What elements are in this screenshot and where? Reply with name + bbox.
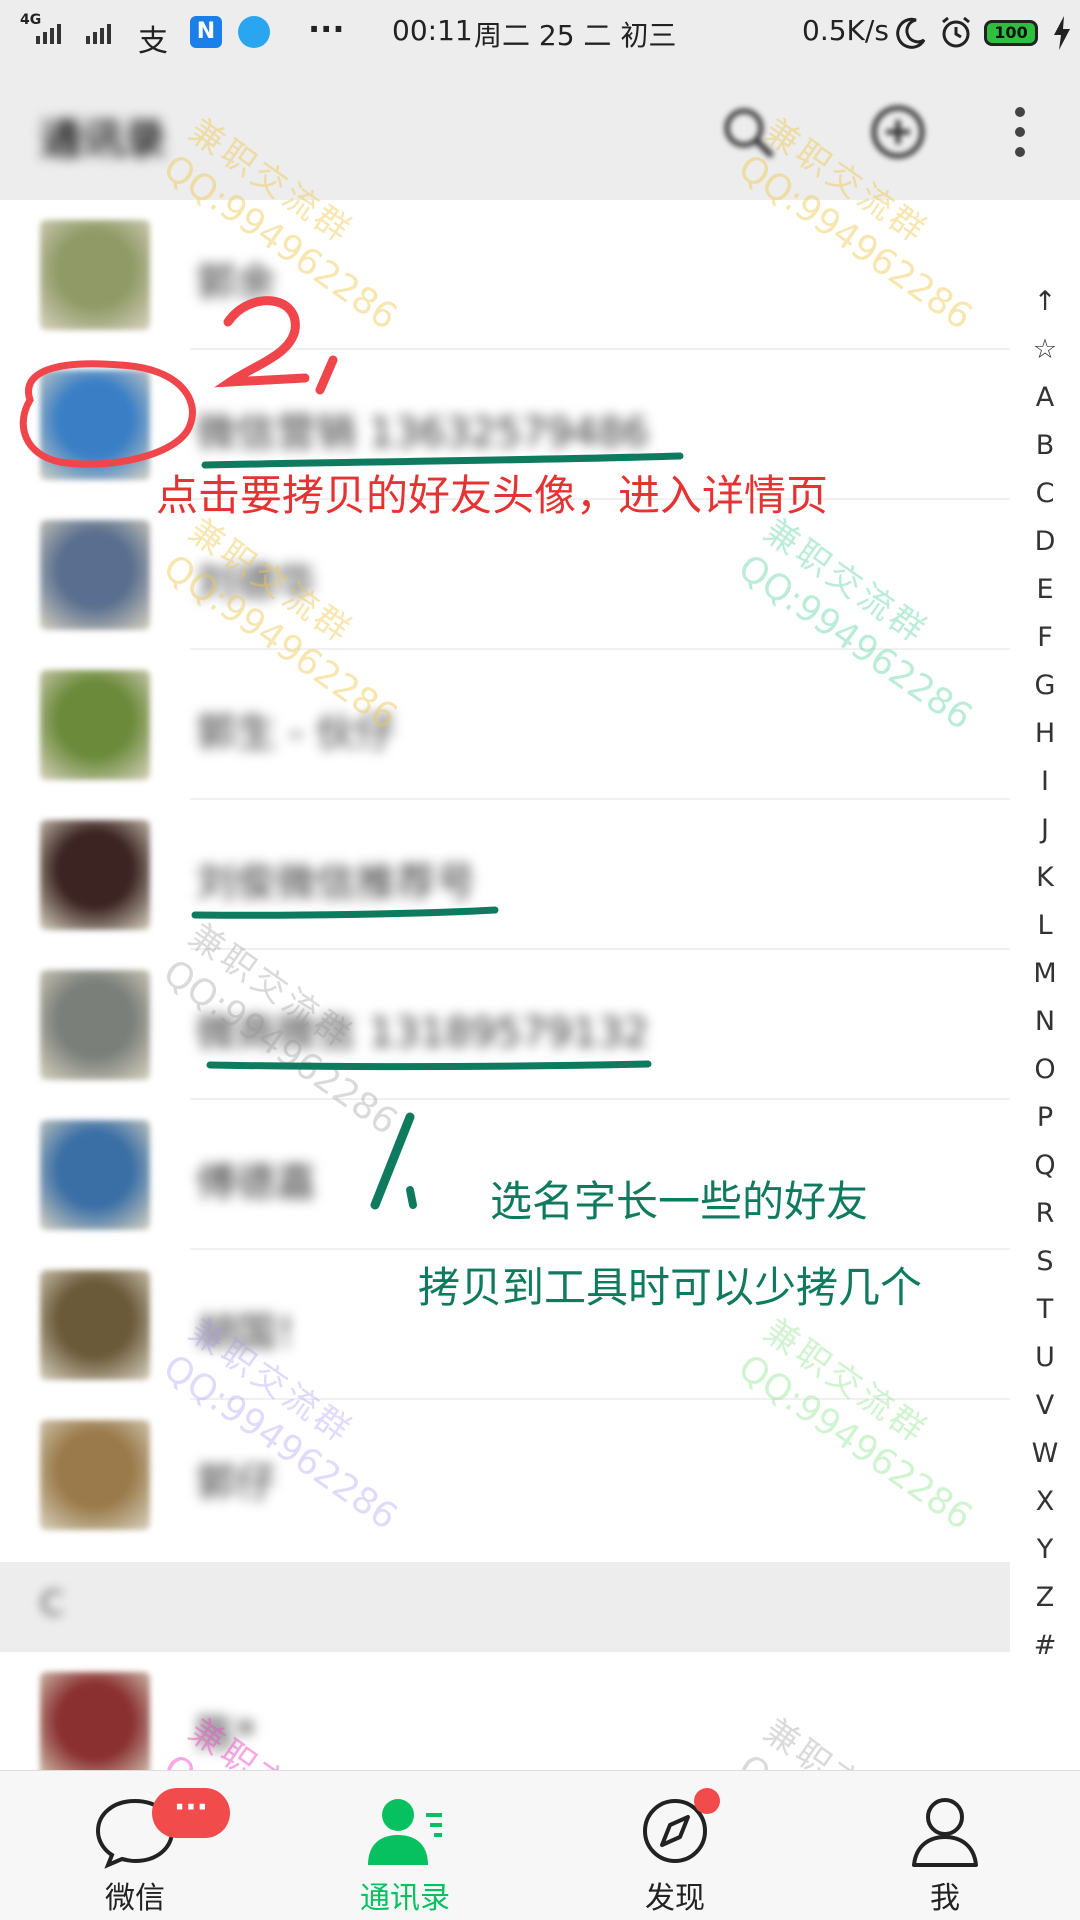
contact-name: 郭余 <box>196 260 276 306</box>
index-letter[interactable]: ☆ <box>1010 334 1080 365</box>
index-letter[interactable]: A <box>1010 382 1080 413</box>
charging-icon <box>1054 16 1070 50</box>
annotation-step1-line2: 拷贝到工具时可以少拷几个 <box>418 1263 923 1312</box>
index-letter[interactable]: U <box>1010 1342 1080 1373</box>
contact-avatar[interactable] <box>40 670 150 780</box>
contact-avatar[interactable] <box>40 1672 150 1782</box>
title-bar: 通讯录 <box>0 66 1080 200</box>
new-content-dot <box>694 1788 720 1814</box>
index-letter[interactable]: B <box>1010 430 1080 461</box>
contact-avatar[interactable] <box>40 1420 150 1530</box>
index-letter[interactable]: I <box>1010 766 1080 797</box>
section-letter: C <box>40 1584 64 1624</box>
unread-badge: ··· <box>152 1788 230 1838</box>
index-letter[interactable]: M <box>1010 958 1080 989</box>
tab-label-chats: 微信 <box>105 1881 165 1916</box>
contact-name: 郭仔 <box>196 1460 276 1506</box>
contact-avatar[interactable] <box>40 1270 150 1380</box>
section-header: C <box>0 1562 1080 1652</box>
index-letter[interactable]: O <box>1010 1054 1080 1085</box>
n-app-notification-icon: N <box>190 16 222 48</box>
contact-row[interactable]: 微商微信 13189579132 <box>0 950 1010 1100</box>
clock-date: 周二 25 二 初三 <box>474 19 677 52</box>
contact-avatar[interactable] <box>40 970 150 1080</box>
contact-avatar[interactable] <box>40 370 150 480</box>
contact-name: 微信营销 13632579486 <box>196 410 649 456</box>
index-letter[interactable]: ↑ <box>1010 286 1080 317</box>
index-letter[interactable]: Y <box>1010 1534 1080 1565</box>
tab-contacts[interactable]: 通讯录 <box>315 1771 495 1920</box>
contact-name: 胡国！ <box>196 1310 316 1356</box>
index-letter[interactable]: P <box>1010 1102 1080 1133</box>
signal-icon <box>36 24 61 44</box>
index-letter[interactable]: J <box>1010 814 1080 845</box>
clock-time: 00:11 <box>392 14 473 47</box>
index-letter[interactable]: R <box>1010 1198 1080 1229</box>
more-notifications-icon: ··· <box>308 10 345 48</box>
search-icon[interactable] <box>718 102 778 162</box>
index-letter[interactable]: Q <box>1010 1150 1080 1181</box>
annotation-step1-line1: 选名字长一些的好友 <box>490 1177 869 1226</box>
contact-name: 郭生 - 伙仔 <box>196 710 396 756</box>
index-letter[interactable]: N <box>1010 1006 1080 1037</box>
person-icon <box>912 1798 978 1867</box>
index-letter[interactable]: G <box>1010 670 1080 701</box>
index-letter[interactable]: W <box>1010 1438 1080 1469</box>
index-letter[interactable]: X <box>1010 1486 1080 1517</box>
index-letter[interactable]: F <box>1010 622 1080 653</box>
index-letter[interactable]: Z <box>1010 1582 1080 1613</box>
network-speed: 0.5K/s <box>802 14 889 47</box>
moon-icon <box>896 17 926 49</box>
tab-label-me: 我 <box>930 1881 960 1916</box>
index-letter[interactable]: D <box>1010 526 1080 557</box>
index-letter[interactable]: T <box>1010 1294 1080 1325</box>
alphabet-index[interactable]: ↑ ☆ A B C D E F G H I J K L M N O P Q R S T U V W X Y Z # <box>1010 200 1080 1770</box>
contact-row[interactable]: 郭余 <box>0 200 1010 350</box>
index-letter[interactable]: L <box>1010 910 1080 941</box>
contact-name: 刘德华 <box>196 560 316 606</box>
tab-label-contacts: 通讯录 <box>360 1881 450 1916</box>
contact-list: 郭余 微信营销 13632579486 刘德华 郭生 - 伙仔 刘俊微信推荐号 … <box>0 200 1010 1550</box>
contact-avatar[interactable] <box>40 220 150 330</box>
contact-row[interactable]: 陈* <box>0 1652 1010 1782</box>
status-bar: 4G 支 N ··· 00:11 周二 25 二 初三 0.5K/s 100 <box>0 0 1080 66</box>
contact-avatar[interactable] <box>40 820 150 930</box>
annotation-step2-text: 点击要拷贝的好友头像，进入详情页 <box>156 471 829 520</box>
index-letter[interactable]: E <box>1010 574 1080 605</box>
index-letter[interactable]: C <box>1010 478 1080 509</box>
contact-row[interactable]: 郭生 - 伙仔 <box>0 650 1010 800</box>
alarm-icon <box>942 16 970 48</box>
contacts-icon <box>368 1799 442 1865</box>
app-notification-icon <box>238 16 270 48</box>
index-letter[interactable]: V <box>1010 1390 1080 1421</box>
contact-row[interactable]: 刘俊微信推荐号 <box>0 800 1010 950</box>
signal-icon-2 <box>86 24 111 44</box>
index-letter[interactable]: # <box>1010 1630 1080 1661</box>
contact-name: 陈* <box>196 1712 256 1758</box>
contact-row[interactable]: 郭仔 <box>0 1400 1010 1550</box>
alipay-notification-icon: 支 <box>138 24 168 59</box>
add-icon[interactable] <box>868 102 928 162</box>
tab-discover[interactable]: 发现 <box>585 1771 765 1920</box>
contact-name: 微商微信 13189579132 <box>196 1010 649 1056</box>
tab-label-discover: 发现 <box>645 1881 705 1916</box>
index-letter[interactable]: H <box>1010 718 1080 749</box>
contact-name: 傅德嘉 <box>196 1160 316 1206</box>
battery-indicator: 100 <box>984 20 1038 46</box>
contact-name: 刘俊微信推荐号 <box>196 860 476 906</box>
contact-avatar[interactable] <box>40 1120 150 1230</box>
more-options-icon[interactable] <box>1000 102 1060 162</box>
page-title: 通讯录 <box>40 115 167 164</box>
tab-me[interactable]: 我 <box>855 1771 1035 1920</box>
index-letter[interactable]: S <box>1010 1246 1080 1277</box>
contact-avatar[interactable] <box>40 520 150 630</box>
index-letter[interactable]: K <box>1010 862 1080 893</box>
